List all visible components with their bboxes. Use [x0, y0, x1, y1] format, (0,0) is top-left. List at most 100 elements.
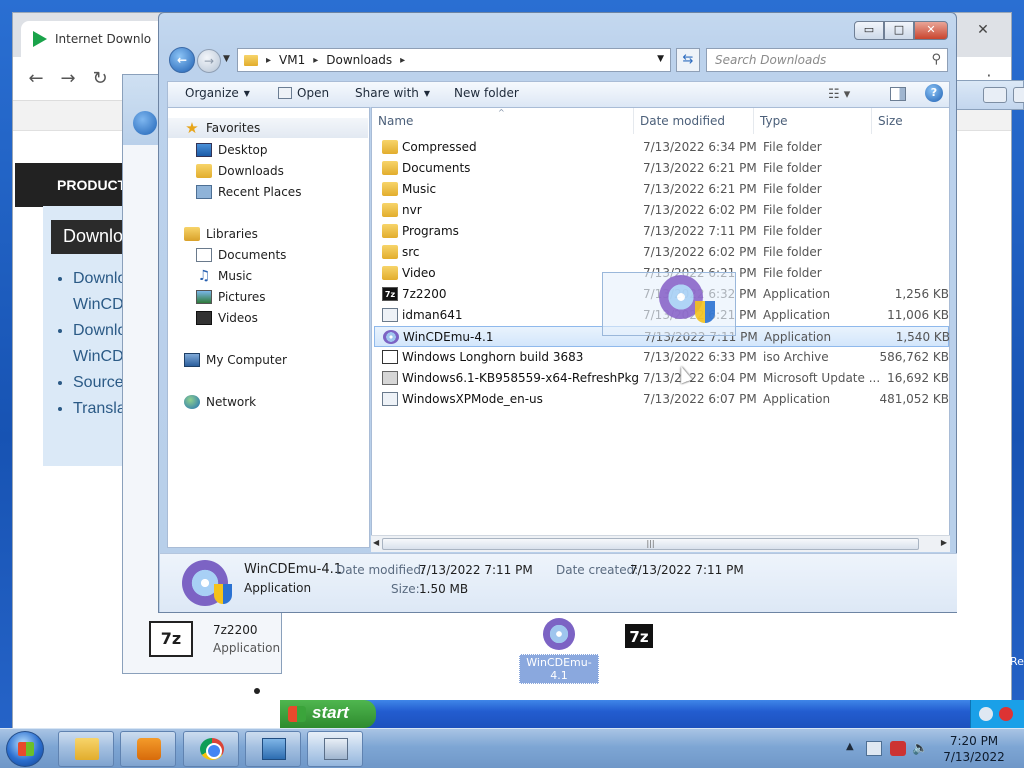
- taskbar-media-player[interactable]: [120, 731, 176, 767]
- desktop-icon-label: WinCDEmu-4.1: [519, 654, 599, 684]
- file-row[interactable]: Windows Longhorn build 3683 7/13/2022 6:3…: [374, 347, 949, 368]
- forward-arrow-icon[interactable]: →: [57, 69, 79, 91]
- file-row[interactable]: src 7/13/2022 6:02 PM File folder: [374, 242, 949, 263]
- help-icon[interactable]: ?: [925, 84, 943, 102]
- file-row[interactable]: Windows6.1-KB958559-x64-RefreshPkg 7/13/2…: [374, 368, 949, 389]
- network-icon[interactable]: [979, 707, 993, 721]
- show-hidden-icons-icon[interactable]: ▲: [846, 741, 854, 752]
- search-icon[interactable]: ⚲: [931, 52, 941, 67]
- nav-my-computer[interactable]: My Computer: [168, 350, 368, 370]
- nav-network[interactable]: Network: [168, 392, 368, 412]
- breadcrumb-downloads[interactable]: Downloads: [326, 53, 392, 67]
- open-button[interactable]: Open: [278, 86, 329, 100]
- maximize-button[interactable]: □: [884, 21, 914, 40]
- nav-music[interactable]: ♫ Music: [168, 266, 368, 286]
- scrollbar-thumb[interactable]: |||: [382, 538, 919, 550]
- new-folder-button[interactable]: New folder: [454, 86, 519, 100]
- back-arrow-icon[interactable]: ←: [25, 69, 47, 91]
- minimize-button[interactable]: ▭: [854, 21, 884, 40]
- details-pane: WinCDEmu-4.1 Application Date modified: …: [160, 553, 957, 612]
- security-shield-icon[interactable]: [999, 707, 1013, 721]
- file-name: 7z2200: [213, 623, 258, 637]
- network-tray-icon[interactable]: [866, 741, 882, 756]
- scroll-left-icon[interactable]: ◀: [373, 538, 379, 547]
- forward-button[interactable]: →: [197, 49, 221, 73]
- file-row[interactable]: Programs 7/13/2022 7:11 PM File folder: [374, 221, 949, 242]
- column-header-type[interactable]: Type: [754, 108, 872, 134]
- taskbar-network-app[interactable]: [245, 731, 301, 767]
- cd-disc-icon: [383, 330, 399, 344]
- nav-pictures[interactable]: Pictures: [168, 287, 368, 307]
- nav-libraries[interactable]: Libraries: [168, 224, 368, 244]
- start-button[interactable]: [6, 731, 44, 767]
- close-icon[interactable]: ✕: [969, 19, 997, 41]
- nav-downloads[interactable]: Downloads: [168, 161, 368, 181]
- file-type: Application: [213, 641, 281, 655]
- file-date: 7/13/2022 6:21 PM: [643, 182, 757, 196]
- breadcrumb-separator[interactable]: ▸: [266, 55, 271, 66]
- back-arrow-icon[interactable]: [133, 111, 157, 135]
- taskbar-chrome[interactable]: [183, 731, 239, 767]
- preview-pane-icon[interactable]: [890, 87, 906, 101]
- desktop-icon-wincdemu[interactable]: WinCDEmu-4.1: [519, 618, 599, 684]
- back-button[interactable]: ←: [169, 47, 195, 73]
- file-list[interactable]: Name ^ Date modified Type Size Compresse…: [371, 107, 950, 548]
- folder-icon: [382, 224, 398, 238]
- list-item[interactable]: Downlo: [73, 270, 126, 296]
- maximize-icon[interactable]: [1013, 87, 1024, 103]
- desktop-icon-7z2200[interactable]: 7z 7z2200: [599, 622, 679, 671]
- share-with-button[interactable]: Share with ▼: [355, 86, 430, 100]
- volume-icon[interactable]: 🔈: [912, 741, 928, 756]
- refresh-button[interactable]: ⇆: [676, 48, 700, 72]
- file-row[interactable]: Music 7/13/2022 6:21 PM File folder: [374, 179, 949, 200]
- file-row[interactable]: nvr 7/13/2022 6:02 PM File folder: [374, 200, 949, 221]
- column-header-size[interactable]: Size: [872, 108, 949, 134]
- recent-places-icon: [196, 185, 212, 199]
- nav-recent-places[interactable]: Recent Places: [168, 182, 368, 202]
- reload-icon[interactable]: ↻: [89, 69, 111, 91]
- recent-pages-dropdown-icon[interactable]: ▼: [223, 54, 230, 64]
- star-icon: ★: [185, 119, 199, 137]
- breadcrumb-separator[interactable]: ▸: [400, 55, 405, 66]
- search-input[interactable]: Search Downloads ⚲: [706, 48, 948, 72]
- column-header-date-modified[interactable]: Date modified: [634, 108, 754, 134]
- list-item[interactable]: Transla: [73, 400, 126, 426]
- list-item[interactable]: WinCD: [73, 348, 126, 374]
- background-file-item[interactable]: 7z 7z2200 Application: [129, 621, 281, 671]
- clock[interactable]: 7:20 PM 7/13/2022: [934, 733, 1014, 765]
- file-row[interactable]: Documents 7/13/2022 6:21 PM File folder: [374, 158, 949, 179]
- nav-favorites[interactable]: ★ Favorites: [168, 118, 368, 138]
- minimize-icon[interactable]: [983, 87, 1007, 103]
- scroll-right-icon[interactable]: ▶: [941, 538, 947, 547]
- folder-icon: [75, 738, 99, 760]
- navigation-pane: ★ Favorites Desktop Downloads Recent Pla…: [167, 107, 370, 548]
- address-dropdown-icon[interactable]: ▼: [657, 54, 664, 64]
- breadcrumb-separator[interactable]: ▸: [313, 55, 318, 66]
- taskbar-explorer[interactable]: [58, 731, 114, 767]
- horizontal-scrollbar[interactable]: ◀ ||| ▶: [371, 535, 950, 552]
- organize-button[interactable]: Organize ▼: [185, 86, 250, 100]
- file-name: Windows Longhorn build 3683: [402, 350, 584, 364]
- list-item[interactable]: Source: [73, 374, 126, 400]
- nav-videos[interactable]: Videos: [168, 308, 368, 328]
- nav-desktop[interactable]: Desktop: [168, 140, 368, 160]
- folder-icon: [382, 182, 398, 196]
- breadcrumb-vm1[interactable]: VM1: [279, 53, 305, 67]
- file-date: 7/13/2022 6:02 PM: [643, 203, 757, 217]
- nav-documents[interactable]: Documents: [168, 245, 368, 265]
- xp-start-button[interactable]: start: [280, 700, 376, 728]
- action-center-flag-icon[interactable]: [890, 741, 906, 756]
- list-item[interactable]: Downlo: [73, 322, 126, 348]
- address-bar[interactable]: ▸ VM1 ▸ Downloads ▸ ▼: [237, 48, 671, 72]
- taskbar-virtual-machine[interactable]: [307, 731, 363, 767]
- list-item[interactable]: WinCD: [73, 296, 126, 322]
- column-header-name[interactable]: Name ^: [372, 108, 634, 134]
- file-row[interactable]: WindowsXPMode_en-us 7/13/2022 6:07 PM Appl…: [374, 389, 949, 410]
- explorer-window[interactable]: ▭ □ ✕ ← → ▼ ▸ VM1 ▸ Downloads ▸ ▼ ⇆ Sear…: [158, 12, 957, 613]
- new-folder-label: New folder: [454, 86, 519, 100]
- change-view-icon[interactable]: ☷ ▾: [828, 87, 850, 102]
- background-window-right[interactable]: [956, 80, 1024, 110]
- file-row[interactable]: Compressed 7/13/2022 6:34 PM File folder: [374, 137, 949, 158]
- close-button[interactable]: ✕: [914, 21, 948, 40]
- chrome-tab[interactable]: Internet Downlo: [21, 21, 171, 57]
